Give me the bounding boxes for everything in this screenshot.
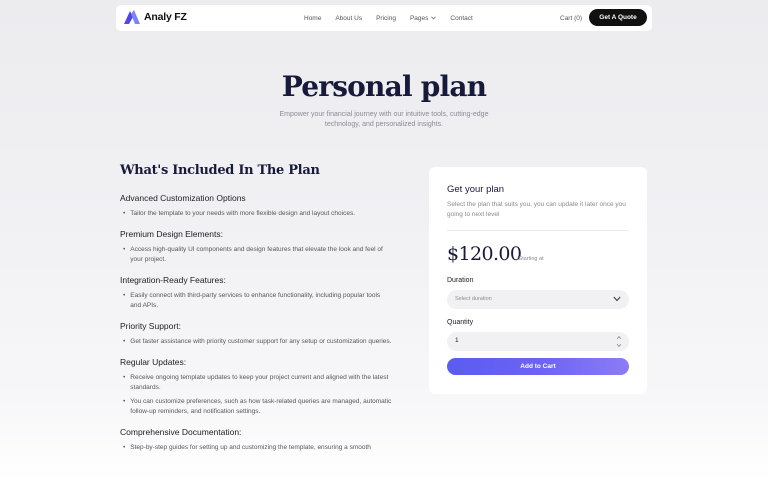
feature-item: Integration-Ready Features: • Easily conn…	[120, 275, 392, 311]
feature-bullet: • You can customize preferences, such as …	[120, 397, 392, 417]
feature-bullet: • Access high-quality UI components and d…	[120, 245, 392, 265]
duration-label: Duration	[447, 277, 474, 284]
bullet-dot: •	[123, 338, 126, 345]
feature-bullet: • Step-by-step guides for setting up and …	[120, 443, 392, 453]
feature-bullet-text: Easily connect with third-party services…	[130, 292, 381, 309]
bullet-dot: •	[123, 246, 126, 253]
add-to-cart-button[interactable]: Add to Cart	[447, 358, 629, 375]
feature-bullet-text: You can customize preferences, such as h…	[130, 398, 392, 415]
cart-link[interactable]: Cart (0)	[560, 5, 582, 31]
feature-bullet: • Easily connect with third-party service…	[120, 291, 392, 311]
feature-bullet-text: Step-by-step guides for setting up and c…	[130, 444, 371, 451]
bullet-dot: •	[123, 398, 126, 405]
quantity-stepper-arrows	[616, 335, 622, 348]
nav-link-pages[interactable]: Pages	[409, 14, 437, 22]
feature-item: Regular Updates: • Receive ongoing templa…	[120, 357, 392, 417]
get-quote-button[interactable]: Get A Quote	[589, 9, 647, 26]
nav-links: Home About Us Pricing Pages Contact	[304, 5, 473, 31]
feature-bullet-text: Tailor the template to your needs with m…	[130, 210, 356, 217]
chevron-down-icon	[431, 16, 437, 20]
feature-bullet-text: Access high-quality UI components and de…	[130, 246, 383, 263]
feature-heading: Integration-Ready Features:	[120, 275, 226, 285]
price-note: /Starting at	[517, 256, 544, 262]
feature-bullet: • Receive ongoing template updates to kee…	[120, 373, 392, 393]
bullet-dot: •	[123, 374, 126, 381]
nav-link-contact[interactable]: Contact	[450, 15, 472, 22]
bullet-dot: •	[123, 210, 126, 217]
brand-name: Analy FZ	[144, 11, 187, 23]
chevron-down-icon	[613, 296, 621, 302]
duration-placeholder: Select duration	[455, 296, 492, 302]
chevron-down-icon[interactable]	[616, 343, 622, 348]
feature-heading: Comprehensive Documentation:	[120, 427, 242, 437]
quantity-label: Quantity	[447, 319, 474, 326]
feature-item: Advanced Customization Options • Tailor t…	[120, 193, 392, 219]
purchase-card: Get your plan Select the plan that suits…	[429, 167, 647, 394]
logo-mark-icon	[124, 10, 140, 24]
feature-item: Comprehensive Documentation: • Step-by-st…	[120, 427, 392, 453]
chevron-up-icon[interactable]	[616, 335, 622, 340]
feature-bullet: • Tailor the template to your needs with …	[120, 209, 392, 219]
bullet-dot: •	[123, 444, 126, 451]
feature-bullet-text: Get faster assistance with priority cust…	[130, 338, 392, 345]
page-subtitle: Empower your financial journey with our …	[279, 111, 489, 128]
brand-logo[interactable]: Analy FZ	[124, 10, 187, 24]
feature-heading: Premium Design Elements:	[120, 229, 223, 239]
feature-item: Priority Support: • Get faster assistance…	[120, 321, 392, 347]
feature-heading: Regular Updates:	[120, 357, 187, 367]
feature-heading: Advanced Customization Options	[120, 193, 246, 203]
duration-select[interactable]: Select duration	[447, 290, 629, 309]
feature-heading: Priority Support:	[120, 321, 181, 331]
page-title: Personal plan	[281, 70, 487, 103]
nav-link-home[interactable]: Home	[304, 15, 321, 22]
feature-item: Premium Design Elements: • Access high-qu…	[120, 229, 392, 265]
quantity-value: 1	[455, 337, 459, 344]
feature-bullet-text: Receive ongoing template updates to keep…	[130, 374, 389, 391]
quantity-stepper[interactable]: 1	[447, 332, 629, 351]
nav-link-pages-label: Pages	[409, 14, 429, 22]
nav-link-about[interactable]: About Us	[335, 15, 362, 22]
features-title: What's Included In The Plan	[120, 163, 320, 178]
nav-link-pricing[interactable]: Pricing	[376, 15, 396, 22]
bullet-dot: •	[123, 292, 126, 299]
plan-features: What's Included In The Plan Advanced Cus…	[120, 163, 392, 463]
top-navbar: Analy FZ Home About Us Pricing Pages Con…	[116, 5, 652, 31]
card-description: Select the plan that suits you, you can …	[447, 201, 626, 218]
card-divider	[447, 230, 629, 231]
feature-bullet: • Get faster assistance with priority cus…	[120, 337, 392, 347]
plan-price: $120.00	[447, 243, 522, 265]
card-title: Get your plan	[447, 184, 505, 195]
